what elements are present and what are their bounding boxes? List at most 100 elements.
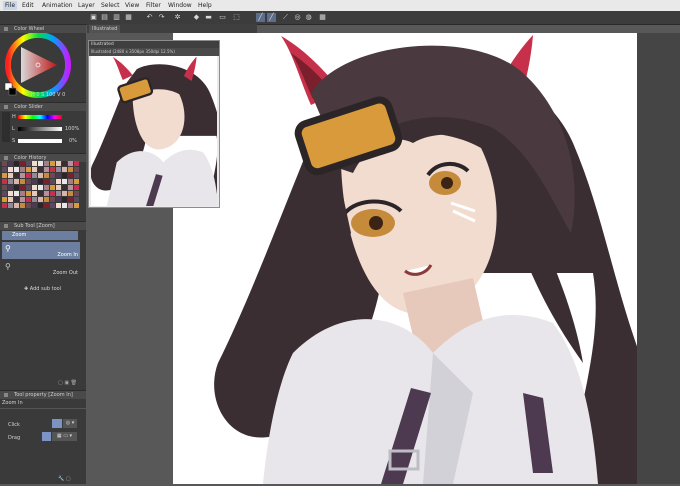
undo-icon[interactable]: ↶ [145, 13, 154, 22]
color-swatch[interactable] [26, 203, 31, 208]
color-swatch[interactable] [44, 161, 49, 166]
color-history-grid[interactable] [2, 161, 82, 209]
color-swatch[interactable] [26, 185, 31, 190]
color-swatch[interactable] [20, 167, 25, 172]
color-swatch[interactable] [50, 185, 55, 190]
slider-mode-icons[interactable] [2, 112, 10, 142]
tab-illustrated[interactable]: Illustrated [89, 25, 121, 33]
property-footer-icons[interactable]: 🔧 ▢ [58, 476, 86, 483]
color-swatch[interactable] [56, 185, 61, 190]
settings-icon[interactable]: ✲ [173, 13, 182, 22]
color-swatch[interactable] [68, 191, 73, 196]
color-swatch[interactable] [74, 185, 79, 190]
color-swatch[interactable] [56, 173, 61, 178]
color-swatch[interactable] [38, 197, 43, 202]
subtool-zoom-out[interactable]: ⚲ Zoom Out [2, 260, 80, 277]
color-swatch[interactable] [32, 167, 37, 172]
color-swatch[interactable] [62, 197, 67, 202]
color-swatch[interactable] [2, 197, 7, 202]
color-swatch[interactable] [2, 185, 7, 190]
color-swatch[interactable] [26, 179, 31, 184]
color-swatch[interactable] [26, 197, 31, 202]
color-swatch[interactable] [8, 173, 13, 178]
color-swatch[interactable] [38, 203, 43, 208]
circle-icon[interactable]: ◎ [293, 13, 302, 22]
color-swatch[interactable] [14, 173, 19, 178]
brush-icon[interactable]: ╱ [256, 13, 265, 22]
color-swatch[interactable] [8, 161, 13, 166]
color-swatch[interactable] [50, 173, 55, 178]
color-swatch[interactable] [14, 167, 19, 172]
color-swatch[interactable] [56, 179, 61, 184]
hue-slider[interactable] [18, 115, 62, 119]
color-swatch[interactable] [2, 161, 7, 166]
fill-icon[interactable]: ◆ [192, 13, 201, 22]
color-swatch[interactable] [74, 197, 79, 202]
color-swatch[interactable] [44, 203, 49, 208]
color-swatch[interactable] [62, 191, 67, 196]
color-swatch[interactable] [26, 173, 31, 178]
color-swatch[interactable] [20, 173, 25, 178]
export-icon[interactable]: ▦ [124, 13, 133, 22]
color-swatch[interactable] [44, 173, 49, 178]
color-swatch[interactable] [56, 197, 61, 202]
color-swatch[interactable] [20, 185, 25, 190]
color-swatch[interactable] [74, 173, 79, 178]
color-swatch[interactable] [14, 197, 19, 202]
color-swatch[interactable] [38, 185, 43, 190]
drag-dropdown[interactable]: ▦ ▭ ▾ [52, 432, 77, 441]
color-swatch[interactable] [38, 191, 43, 196]
color-swatch[interactable] [20, 191, 25, 196]
color-swatch[interactable] [2, 173, 7, 178]
color-swatch[interactable] [68, 203, 73, 208]
color-swatch[interactable] [2, 191, 7, 196]
color-swatch[interactable] [74, 191, 79, 196]
line-icon[interactable]: ⟋ [281, 13, 290, 22]
color-swatch[interactable] [44, 191, 49, 196]
color-swatch[interactable] [62, 203, 67, 208]
color-swatch[interactable] [14, 161, 19, 166]
color-swatch[interactable] [26, 191, 31, 196]
color-swatch[interactable] [8, 203, 13, 208]
color-swatch[interactable] [68, 197, 73, 202]
color-swatch[interactable] [62, 161, 67, 166]
color-swatch[interactable] [8, 179, 13, 184]
color-swatch[interactable] [32, 185, 37, 190]
color-swatch[interactable] [44, 185, 49, 190]
menu-animation[interactable]: Animation [42, 2, 73, 9]
color-swatch[interactable] [62, 173, 67, 178]
color-swatch[interactable] [68, 161, 73, 166]
color-swatch[interactable] [56, 203, 61, 208]
color-swatch[interactable] [50, 197, 55, 202]
color-swatch[interactable] [8, 167, 13, 172]
color-swatch[interactable] [44, 179, 49, 184]
color-swatch[interactable] [8, 197, 13, 202]
color-swatch[interactable] [32, 173, 37, 178]
color-swatch[interactable] [50, 167, 55, 172]
color-swatch[interactable] [62, 185, 67, 190]
save-icon[interactable]: ▥ [112, 13, 121, 22]
eraser-icon[interactable]: ▬ [204, 13, 213, 22]
color-swatch[interactable] [74, 161, 79, 166]
color-swatch[interactable] [20, 197, 25, 202]
menu-filter[interactable]: Filter [146, 2, 161, 9]
lightness-slider[interactable] [18, 127, 62, 131]
color-swatch[interactable] [38, 161, 43, 166]
color-swatch[interactable] [14, 191, 19, 196]
color-swatch[interactable] [50, 161, 55, 166]
grid-icon[interactable]: ▦ [318, 13, 327, 22]
color-swatch[interactable] [14, 185, 19, 190]
color-swatch[interactable] [74, 203, 79, 208]
color-swatch[interactable] [14, 179, 19, 184]
select-icon[interactable]: ▭ [218, 13, 227, 22]
color-swatch[interactable] [32, 197, 37, 202]
color-swatch[interactable] [50, 191, 55, 196]
layer-icon[interactable]: ◍ [304, 13, 313, 22]
color-swatch[interactable] [32, 161, 37, 166]
color-swatch[interactable] [20, 179, 25, 184]
color-swatch[interactable] [26, 161, 31, 166]
navigator-window[interactable]: Illustrated Illustrated (2480 x 3508px 3… [88, 40, 234, 208]
subtool-zoom-in[interactable]: ⚲ Zoom In [2, 242, 80, 259]
drag-mode-button[interactable] [42, 432, 51, 441]
color-swatch[interactable] [74, 179, 79, 184]
